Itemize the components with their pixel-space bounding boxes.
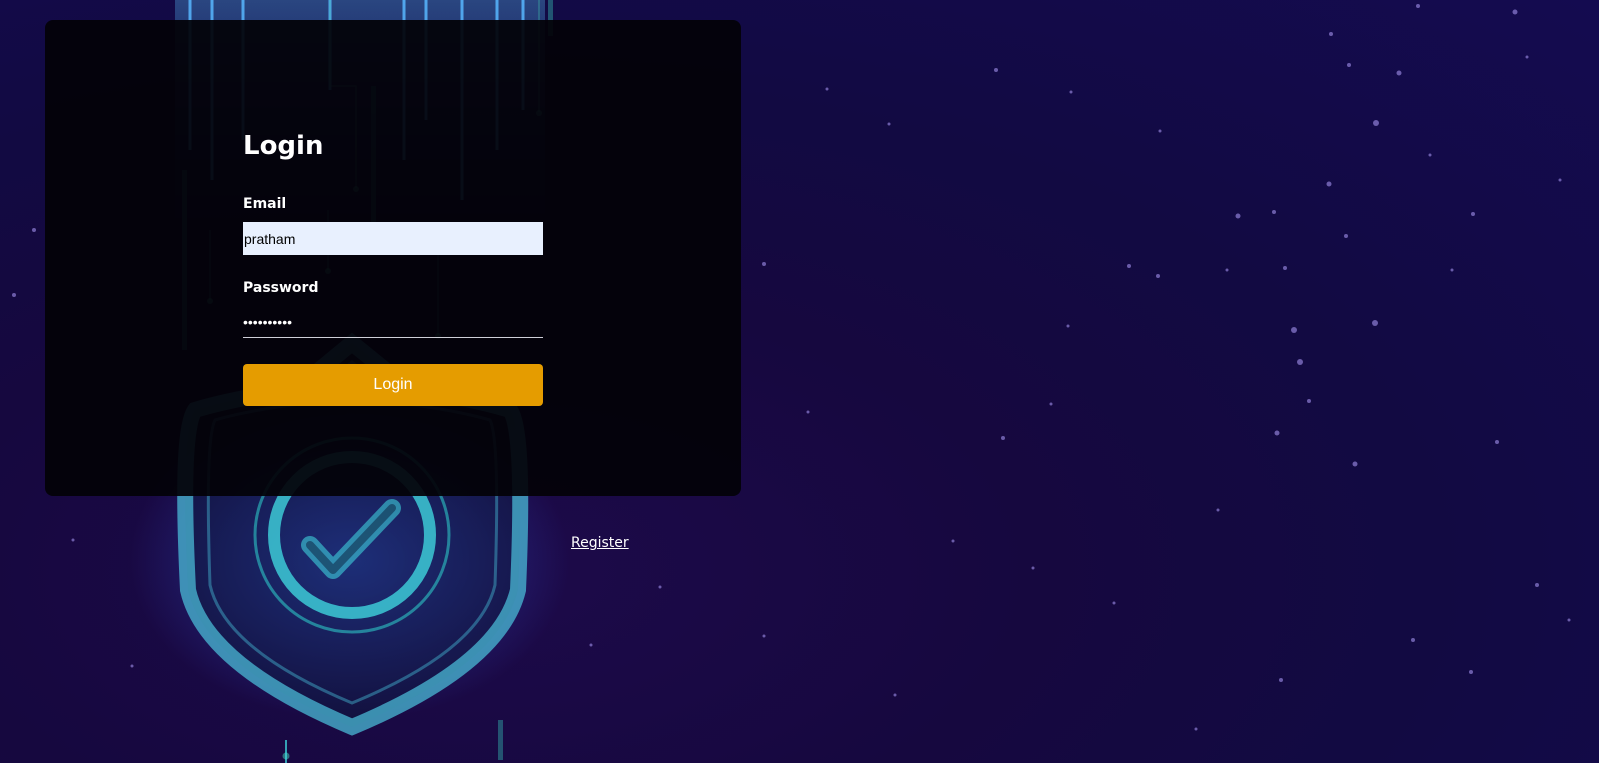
login-button[interactable]: Login bbox=[243, 364, 543, 406]
email-field[interactable] bbox=[243, 222, 543, 255]
login-card bbox=[45, 20, 741, 496]
login-title: Login bbox=[243, 131, 324, 161]
password-field[interactable] bbox=[243, 306, 543, 338]
email-label: Email bbox=[243, 196, 287, 212]
password-label: Password bbox=[243, 280, 319, 296]
register-link[interactable]: Register bbox=[571, 535, 629, 551]
